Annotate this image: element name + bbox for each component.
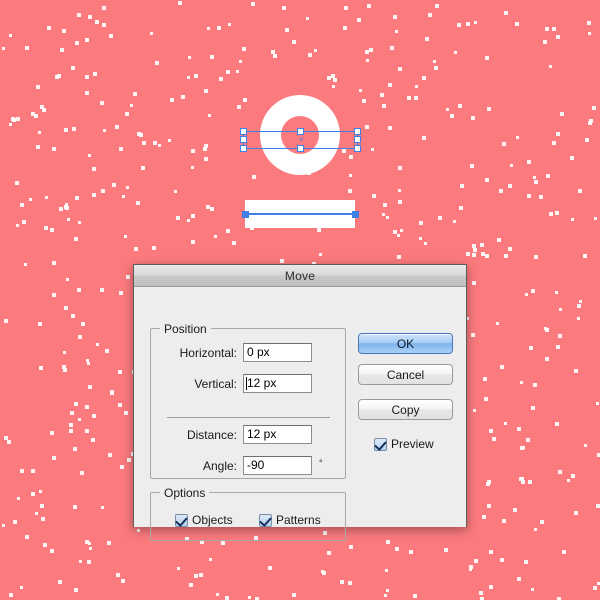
rectangle-anchor-left[interactable] [242, 211, 249, 218]
options-group: Options Objects Patterns [150, 486, 346, 541]
angle-label: Angle: [202, 458, 237, 473]
patterns-label: Patterns [276, 513, 321, 527]
preview-label: Preview [391, 437, 434, 451]
selection-handle-top-left[interactable] [240, 128, 247, 135]
position-group: Position Horizontal: 0 px Vertical: 12 p… [150, 322, 346, 479]
objects-checkbox-row[interactable]: Objects [175, 513, 233, 527]
cancel-button[interactable]: Cancel [358, 364, 453, 385]
vertical-label: Vertical: [194, 376, 237, 391]
patterns-checkbox-row[interactable]: Patterns [259, 513, 321, 527]
rectangle-anchor-right[interactable] [352, 211, 359, 218]
selection-center-marker: × [299, 135, 304, 144]
selection-handle-top-right[interactable] [354, 128, 361, 135]
patterns-checkbox[interactable] [259, 513, 272, 527]
horizontal-label: Horizontal: [179, 345, 237, 360]
position-group-divider [167, 417, 330, 418]
selection-handle-bottom-right[interactable] [354, 145, 361, 152]
objects-checkbox[interactable] [175, 513, 188, 527]
selection-handle-bottom-center[interactable] [297, 145, 304, 152]
dialog-body: Position Horizontal: 0 px Vertical: 12 p… [134, 287, 466, 541]
distance-input[interactable]: 12 px [243, 425, 312, 444]
ok-button[interactable]: OK [358, 333, 453, 354]
options-group-legend: Options [160, 486, 210, 500]
horizontal-input[interactable]: 0 px [243, 343, 312, 362]
preview-checkbox[interactable] [374, 437, 387, 451]
vertical-field-row: Vertical: 12 px [155, 374, 312, 393]
dialog-titlebar[interactable]: Move [134, 265, 466, 287]
distance-label: Distance: [186, 427, 237, 442]
selection-handle-bottom-left[interactable] [240, 145, 247, 152]
preview-checkbox-row[interactable]: Preview [374, 437, 434, 451]
angle-input[interactable]: -90 [243, 456, 312, 475]
copy-button[interactable]: Copy [358, 399, 453, 420]
angle-field-row: Angle: -90 ° [155, 456, 323, 475]
dialog-title: Move [284, 268, 316, 283]
illustrator-canvas[interactable]: × Move Position Horizontal: 0 px Vertica… [0, 0, 600, 600]
position-group-legend: Position [160, 322, 211, 336]
selection-handle-middle-left[interactable] [240, 136, 247, 143]
degree-symbol: ° [319, 458, 323, 468]
selection-handle-top-center[interactable] [297, 128, 304, 135]
selection-handle-middle-right[interactable] [354, 136, 361, 143]
rectangle-selection-path [245, 213, 355, 215]
move-dialog[interactable]: Move Position Horizontal: 0 px Vertical:… [133, 264, 467, 541]
distance-field-row: Distance: 12 px [155, 425, 312, 444]
vertical-input[interactable]: 12 px [243, 374, 312, 393]
objects-label: Objects [192, 513, 233, 527]
horizontal-field-row: Horizontal: 0 px [155, 343, 312, 362]
